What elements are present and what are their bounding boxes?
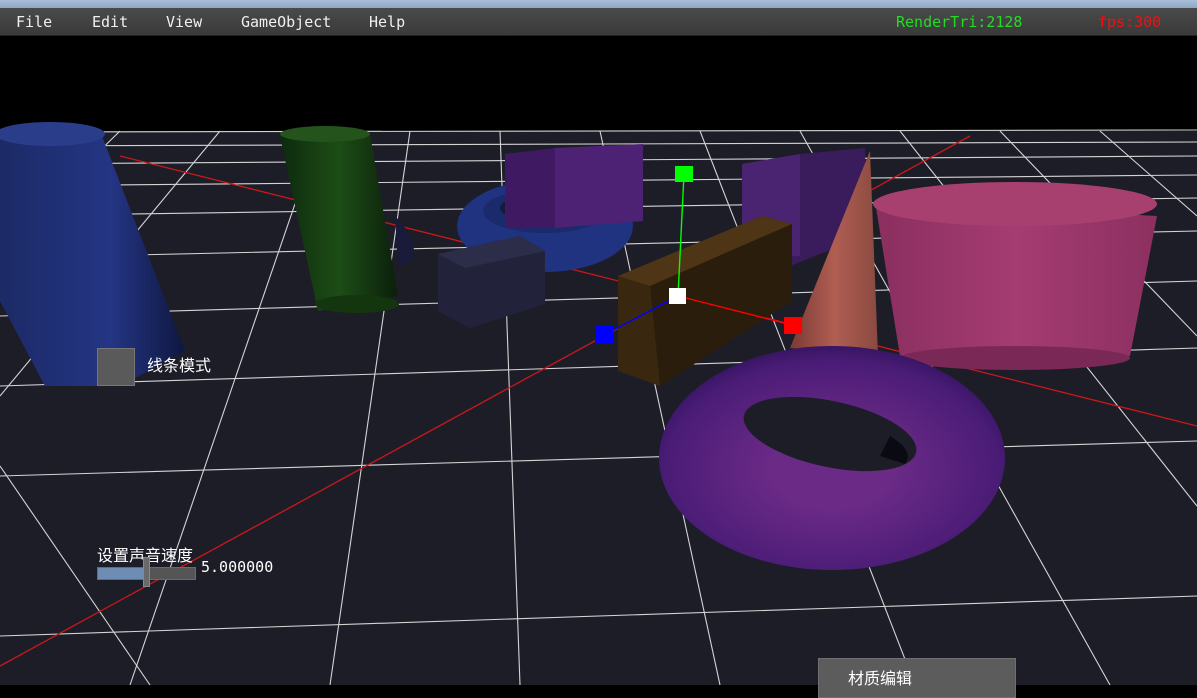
gizmo-x-handle[interactable] xyxy=(784,317,802,334)
render-tri-counter: RenderTri:2128 xyxy=(896,13,1023,31)
sound-speed-slider-fill xyxy=(98,568,147,579)
sound-speed-slider-thumb[interactable] xyxy=(143,557,150,587)
gizmo-center-handle[interactable] xyxy=(669,288,686,304)
menu-view[interactable]: View xyxy=(166,13,202,31)
material-editor-panel[interactable]: 材质编辑 xyxy=(818,658,1016,698)
menu-bar: File Edit View GameObject Help RenderTri… xyxy=(0,8,1197,36)
menu-file[interactable]: File xyxy=(16,13,52,31)
menu-edit[interactable]: Edit xyxy=(92,13,128,31)
material-editor-label: 材质编辑 xyxy=(848,669,913,688)
wireframe-mode-label: 线条模式 xyxy=(147,356,212,375)
purple-box-back[interactable] xyxy=(505,144,643,228)
scene-viewport[interactable]: 线条模式 设置声音速度 5.000000 材质编辑 xyxy=(0,36,1197,698)
wireframe-mode-checkbox[interactable] xyxy=(97,348,135,386)
fps-counter: fps:300 xyxy=(1098,13,1162,31)
window-titlebar xyxy=(0,0,1197,8)
menu-help[interactable]: Help xyxy=(369,13,405,31)
gizmo-y-handle[interactable] xyxy=(675,166,693,182)
gizmo-z-handle[interactable] xyxy=(595,326,613,344)
menu-gameobject[interactable]: GameObject xyxy=(241,13,331,31)
torus[interactable] xyxy=(659,346,1005,570)
pink-cylinder[interactable] xyxy=(873,182,1157,370)
sound-speed-value: 5.000000 xyxy=(201,558,274,576)
